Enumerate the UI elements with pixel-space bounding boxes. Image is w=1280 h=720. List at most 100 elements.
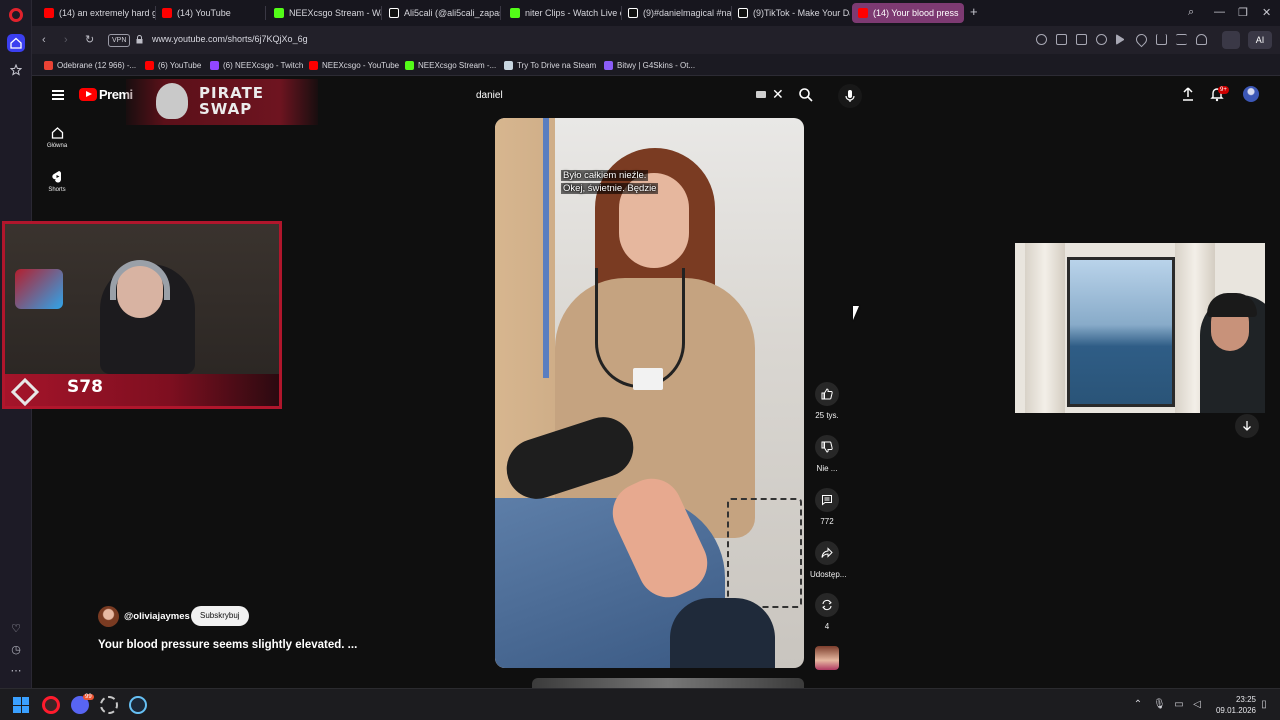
url-field[interactable]: www.youtube.com/shorts/6j7KQjXo_6g — [152, 34, 308, 44]
lock-icon[interactable] — [136, 35, 143, 44]
dislike-button[interactable]: Nie ... — [810, 435, 844, 473]
browser-tab-active[interactable]: (14) Your blood press — [852, 3, 964, 23]
bookmark-item[interactable]: (6) YouTube — [145, 59, 201, 71]
browser-tab[interactable]: (9)TikTok - Make Your Day — [732, 3, 850, 23]
keyboard-icon[interactable] — [756, 91, 766, 98]
download-icon[interactable] — [1156, 34, 1167, 45]
search-icon[interactable] — [798, 87, 814, 103]
remix-icon — [822, 599, 832, 611]
clear-search-icon[interactable]: ✕ — [772, 87, 784, 101]
comments-button[interactable]: 772 — [810, 488, 844, 526]
caption-line-1: Było całkiem nieźle. — [561, 170, 649, 181]
next-short-preview[interactable] — [532, 678, 804, 688]
guest-webcam — [1015, 243, 1265, 413]
shorts-icon — [51, 171, 61, 183]
youtube-favicon-icon — [858, 8, 868, 18]
share-icon — [821, 547, 833, 558]
upload-icon[interactable] — [1180, 86, 1196, 102]
search-input[interactable] — [464, 84, 794, 106]
star-icon[interactable] — [7, 61, 25, 79]
remix-button[interactable]: 4 — [810, 593, 844, 631]
back-icon[interactable]: ‹ — [42, 34, 54, 46]
remix-count: 4 — [824, 622, 830, 631]
forward-icon[interactable]: › — [64, 34, 76, 46]
windows-start-icon[interactable] — [13, 697, 29, 713]
g4skins-icon — [604, 60, 613, 70]
extensions-icon[interactable] — [1222, 31, 1240, 49]
bookmark-item[interactable]: NEEXcsgo - YouTube — [309, 59, 399, 71]
sound-thumbnail[interactable] — [815, 646, 839, 670]
app-taskbar-icon[interactable] — [100, 696, 118, 714]
short-title[interactable]: Your blood pressure seems slightly eleva… — [98, 639, 357, 651]
tiktok-favicon-icon — [389, 8, 399, 18]
network-icon[interactable]: ▭ — [1173, 699, 1185, 711]
new-tab-button[interactable]: + — [970, 4, 978, 19]
gmail-icon — [44, 60, 53, 70]
search-box: ✕ — [464, 84, 862, 108]
notification-center-icon[interactable]: ▯ — [1258, 699, 1270, 711]
search-page-icon[interactable] — [1036, 34, 1047, 45]
windows-taskbar: 99 ⌃ 🎙 ▭ ◁ 23:25 09.01.2026 ▯ — [0, 688, 1280, 720]
bookmark-item[interactable]: NEEXcsgo Stream -... — [405, 59, 496, 71]
chevron-up-icon[interactable]: ⌃ — [1132, 699, 1144, 711]
bookmark-item[interactable]: Try To Drive na Steam — [504, 59, 596, 71]
bookmark-item[interactable]: Bitwy | G4Skins - Ot... — [604, 59, 695, 71]
more-icon[interactable]: ⋯ — [9, 664, 23, 678]
aria-ai-button[interactable]: AI — [1248, 31, 1272, 49]
like-button[interactable]: 25 tys. — [810, 382, 844, 420]
browser-tab[interactable]: Ali5cali (@ali5cali_zapaso — [383, 3, 501, 23]
channel-avatar[interactable] — [98, 606, 119, 627]
camera-icon[interactable] — [1076, 34, 1087, 45]
opera-taskbar-icon[interactable] — [42, 696, 60, 714]
kick-icon — [405, 60, 414, 70]
search-tabs-icon[interactable]: ⌕ — [1188, 6, 1194, 19]
history-icon[interactable]: ◷ — [9, 643, 23, 657]
youtube-favicon-icon — [162, 8, 172, 18]
home-icon[interactable] — [7, 34, 25, 52]
volume-icon[interactable]: ◁ — [1191, 699, 1203, 711]
browser-tab[interactable]: (14) YouTube — [156, 3, 266, 23]
tiktok-favicon-icon — [628, 8, 638, 18]
play-icon[interactable] — [1116, 34, 1124, 45]
browser-tab[interactable]: (14) an extremely hard ga — [38, 3, 156, 23]
heart-icon[interactable]: ♡ — [9, 622, 23, 636]
system-clock[interactable]: 23:25 09.01.2026 — [1208, 694, 1256, 716]
sidebar-item-home[interactable]: Główna — [32, 126, 82, 149]
kick-favicon-icon — [274, 8, 284, 18]
microphone-icon[interactable]: 🎙 — [1153, 699, 1166, 711]
reload-icon[interactable]: ↻ — [85, 34, 97, 46]
shield-icon[interactable] — [1096, 34, 1107, 45]
share-button[interactable]: Udostęp... — [810, 541, 847, 579]
browser-tab[interactable]: NEEXcsgo Stream - Watch — [268, 3, 382, 23]
thumbs-up-icon — [821, 388, 833, 400]
bookmark-item[interactable]: (6) NEEXcsgo - Twitch — [210, 59, 303, 71]
video-caption: Było całkiem nieźle. Okej, świetnie. Będ… — [561, 170, 659, 195]
dislike-label: Nie ... — [816, 464, 838, 473]
youtube-logo-icon[interactable] — [79, 88, 97, 101]
steam-taskbar-icon[interactable] — [129, 696, 147, 714]
avatar[interactable] — [1243, 86, 1259, 102]
browser-tab[interactable]: niter Clips - Watch Live o — [504, 3, 622, 23]
minimize-button[interactable]: — — [1214, 6, 1225, 18]
profile-icon[interactable] — [1196, 34, 1207, 45]
close-window-button[interactable]: ✕ — [1262, 6, 1271, 19]
browser-tab[interactable]: (9)#danielmagical #natali — [622, 3, 732, 23]
share-label: Udostęp... — [810, 570, 847, 579]
opera-logo-icon[interactable] — [9, 8, 23, 22]
bookmark-item[interactable]: Odebrane (12 966) -... — [44, 59, 136, 71]
home-icon — [51, 127, 63, 139]
menu-icon[interactable] — [1176, 34, 1187, 45]
channel-logo-icon — [15, 269, 63, 309]
microphone-icon[interactable] — [838, 84, 862, 108]
channel-name[interactable]: @oliviajaymes — [124, 611, 190, 622]
subscribe-button[interactable]: Subskrybuj — [191, 606, 249, 626]
sidebar-item-shorts[interactable]: Shorts — [32, 170, 82, 193]
short-video-player[interactable]: Było całkiem nieźle. Okej, świetnie. Będ… — [495, 118, 804, 668]
heart-icon[interactable] — [1133, 31, 1150, 48]
edit-icon[interactable] — [1056, 34, 1067, 45]
pirate-logo-icon — [156, 83, 188, 119]
menu-icon[interactable] — [52, 90, 64, 100]
next-short-button[interactable] — [1235, 414, 1259, 438]
vpn-badge[interactable]: VPN — [108, 34, 131, 47]
maximize-button[interactable]: ❐ — [1238, 6, 1248, 19]
